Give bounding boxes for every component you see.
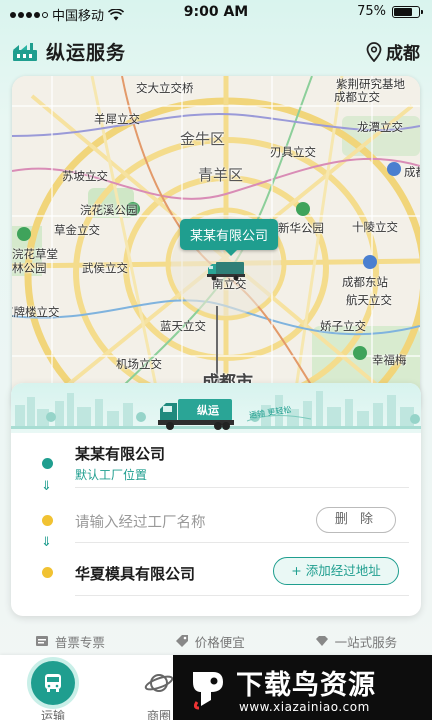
map-label: 十陵立交	[352, 220, 398, 234]
battery-info: 75%	[357, 4, 423, 19]
price-tag-icon	[175, 635, 188, 647]
route-banner: 纵运 运输 更轻松	[11, 383, 421, 433]
map-location-bubble[interactable]: 某某有限公司	[180, 219, 279, 256]
brand: 纵运服务	[12, 38, 126, 65]
feature-price: 价格便宜	[175, 632, 245, 651]
city-name: 成都	[386, 44, 420, 64]
map-label: 航天立交	[346, 293, 392, 307]
end-point-dot	[42, 567, 53, 578]
end-factory-name[interactable]: 华夏模具有限公司	[75, 563, 195, 584]
map-label: 武侯立交	[82, 261, 128, 275]
map-label: 成都	[404, 165, 420, 179]
nav-item-transport[interactable]: 运输	[28, 661, 78, 720]
map-label: 幸福梅	[372, 353, 407, 367]
nav-label-transport: 运输	[40, 709, 65, 720]
battery-percent: 75%	[357, 4, 386, 19]
via-point-dot	[42, 515, 53, 526]
diamond-icon	[315, 636, 328, 646]
watermark-bird-logo	[193, 672, 223, 710]
delete-button[interactable]: 删 除	[316, 507, 396, 533]
map-truck-icon	[207, 262, 245, 281]
factory-logo-icon	[13, 42, 37, 61]
add-via-address-button[interactable]: + 添加经过地址	[273, 557, 399, 585]
app-title: 纵运服务	[46, 42, 127, 64]
city-selector[interactable]: 成都	[366, 39, 420, 64]
location-pin-icon	[366, 41, 382, 62]
start-factory-name[interactable]: 某某有限公司	[75, 443, 165, 464]
arrow-down-icon: ⇓	[41, 479, 52, 494]
map-label: 草金立交	[54, 223, 100, 237]
feature-onestop: 一站式服务	[315, 632, 398, 651]
app-header: 纵运服务 成都	[0, 30, 432, 70]
map-label: 成都立交	[334, 90, 380, 104]
map-label: 机场立交	[116, 357, 162, 371]
divider	[75, 595, 409, 596]
status-bar: 中国移动 9:00 AM 75%	[0, 0, 432, 26]
feature-onestop-label: 一站式服务	[334, 634, 398, 650]
invoice-icon	[35, 636, 48, 646]
watermark-title: 下载鸟资源	[236, 670, 376, 701]
feature-invoice: 普票专票	[35, 632, 105, 651]
plus-icon: +	[291, 563, 306, 578]
bus-icon	[31, 661, 75, 705]
map-label: 浣花溪公园	[80, 203, 138, 217]
start-point-dot	[42, 458, 53, 469]
delivery-truck-icon	[158, 399, 234, 430]
divider	[75, 487, 409, 488]
battery-icon	[392, 5, 423, 18]
add-via-address-label: 添加经过地址	[305, 563, 381, 578]
feature-highlights: 普票专票 价格便宜 一站式服务	[0, 630, 432, 652]
map-label: 成都东站	[342, 275, 388, 289]
map-label: 蓝天立交	[160, 319, 206, 333]
map-label: 林公园	[12, 261, 47, 275]
map-label: 羊犀立交	[94, 112, 140, 126]
via-factory-input[interactable]: 请输入经过工厂名称	[75, 511, 206, 532]
route-map[interactable]: 交大立交桥 紫荆研究基地 成都立交 羊犀立交 金牛区 龙潭立交 刃具立交 苏坡立…	[12, 76, 420, 416]
map-label: 青羊区	[198, 166, 244, 184]
map-label: 刃具立交	[270, 145, 316, 159]
truck-brand-text: 纵运	[197, 404, 219, 417]
watermark-url: www.xiazainiao.com	[239, 700, 370, 714]
feature-price-label: 价格便宜	[194, 634, 245, 650]
map-label: 新华公园	[278, 221, 324, 235]
feature-invoice-label: 普票专票	[54, 634, 105, 650]
arrow-down-icon: ⇓	[41, 535, 52, 550]
map-label: 苏坡立交	[62, 169, 108, 183]
map-label: 娇子立交	[320, 319, 366, 333]
route-card: 纵运 运输 更轻松 某某有限公司 默认工厂位置 ⇓ 请输入经过工厂名称 删 除 …	[11, 383, 421, 616]
map-label: 龙潭立交	[357, 120, 403, 134]
start-factory-subtitle: 默认工厂位置	[75, 468, 148, 482]
map-label: 红牌楼立交	[12, 305, 60, 319]
watermark: 下载鸟资源 www.xiazainiao.com	[173, 655, 432, 720]
map-label: 金牛区	[180, 130, 226, 148]
divider	[75, 542, 409, 543]
map-label: 交大立交桥	[136, 81, 194, 95]
